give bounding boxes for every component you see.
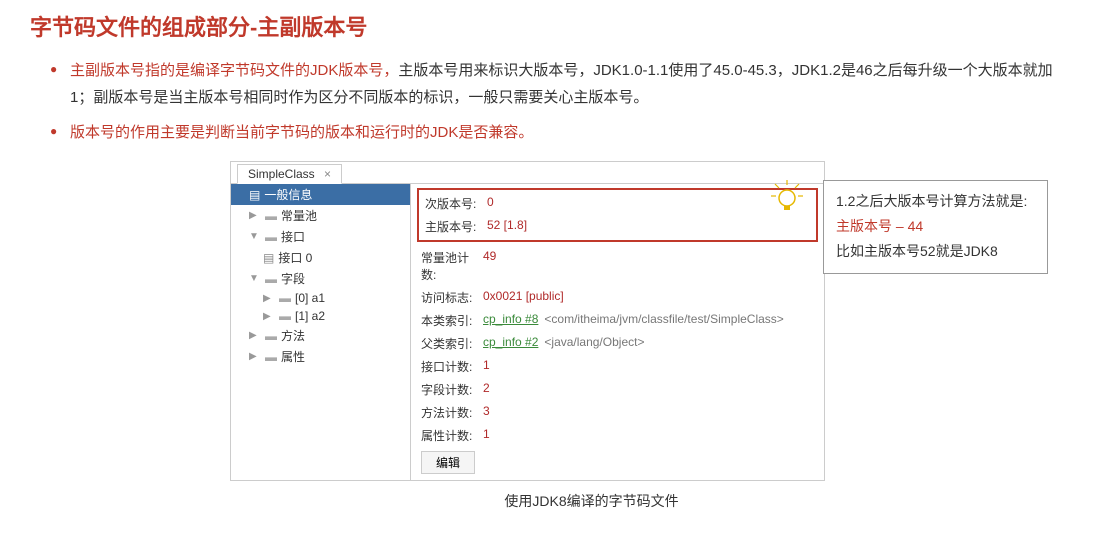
expand-icon[interactable]: ▶ <box>249 330 261 341</box>
value: 0x0021 [public] <box>483 289 564 306</box>
bullet-1-red: 主副版本号指的是编译字节码文件的JDK版本号， <box>70 62 398 79</box>
expand-icon[interactable]: ▶ <box>263 293 275 304</box>
tree-interface-0[interactable]: ▤ 接口 0 <box>231 247 410 268</box>
label: 属性计数: <box>421 427 483 444</box>
folder-icon: ▬ <box>265 329 277 343</box>
value-link[interactable]: cp_info #8 <box>483 312 538 329</box>
infobox-line2: 主版本号 – 44 <box>836 214 1035 239</box>
tree-interfaces[interactable]: ▼ ▬ 接口 <box>231 226 410 247</box>
tree-label: 属性 <box>281 348 305 365</box>
value: 3 <box>483 404 490 421</box>
classfile-panel: SimpleClass × ▤ 一般信息 ▶ ▬ 常量池 ▼ ▬ 接口 <box>230 161 825 481</box>
label: 方法计数: <box>421 404 483 421</box>
row-this-class: 本类索引: cp_info #8 <com/itheima/jvm/classf… <box>421 309 814 332</box>
bullet-2-red: 版本号的作用主要是判断当前字节码的版本和运行时的JDK是否兼容。 <box>70 124 533 141</box>
tree-label: [0] a1 <box>295 291 325 305</box>
row-major-version: 主版本号: 52 [1.8] <box>425 215 810 238</box>
folder-icon: ▬ <box>265 209 277 223</box>
label: 次版本号: <box>425 195 487 212</box>
value-link[interactable]: cp_info #2 <box>483 335 538 352</box>
version-highlight-box: 次版本号: 0 主版本号: 52 [1.8] <box>417 188 818 242</box>
value: 2 <box>483 381 490 398</box>
tab-simpleclass[interactable]: SimpleClass × <box>237 164 342 184</box>
close-icon[interactable]: × <box>324 167 331 181</box>
label: 字段计数: <box>421 381 483 398</box>
folder-icon: ▬ <box>265 230 277 244</box>
tab-label: SimpleClass <box>248 167 315 181</box>
bullet-list: 主副版本号指的是编译字节码文件的JDK版本号，主版本号用来标识大版本号，JDK1… <box>30 57 1073 146</box>
tab-bar: SimpleClass × <box>231 162 824 184</box>
row-access-flags: 访问标志: 0x0021 [public] <box>421 286 814 309</box>
tree-field-a1[interactable]: ▶ ▬ [0] a1 <box>231 289 410 307</box>
folder-icon: ▬ <box>265 350 277 364</box>
expand-icon[interactable]: ▶ <box>249 210 261 221</box>
panel-caption: 使用JDK8编译的字节码文件 <box>110 491 1073 511</box>
file-icon: ▤ <box>263 251 274 265</box>
file-icon: ▤ <box>249 188 260 202</box>
row-attr-count: 属性计数: 1 <box>421 424 814 447</box>
tree-methods[interactable]: ▶ ▬ 方法 <box>231 325 410 346</box>
infobox-line3: 比如主版本号52就是JDK8 <box>836 239 1035 264</box>
tree-general-info[interactable]: ▤ 一般信息 <box>231 184 410 205</box>
label: 常量池计数: <box>421 249 483 283</box>
infobox-line1: 1.2之后大版本号计算方法就是: <box>836 189 1035 214</box>
edit-button[interactable]: 编辑 <box>421 451 475 474</box>
value-extra: <com/itheima/jvm/classfile/test/SimpleCl… <box>544 312 783 329</box>
folder-icon: ▬ <box>265 272 277 286</box>
row-minor-version: 次版本号: 0 <box>425 192 810 215</box>
value: 1 <box>483 427 490 444</box>
value: 0 <box>487 195 494 212</box>
tree-label: 接口 0 <box>278 249 312 266</box>
tree-label: 方法 <box>281 327 305 344</box>
lightbulb-icon <box>771 180 803 223</box>
tree: ▤ 一般信息 ▶ ▬ 常量池 ▼ ▬ 接口 ▤ 接口 0 <box>231 184 411 480</box>
collapse-icon[interactable]: ▼ <box>249 231 261 242</box>
folder-icon: ▬ <box>279 291 291 305</box>
label: 本类索引: <box>421 312 483 329</box>
row-super-class: 父类索引: cp_info #2 <java/lang/Object> <box>421 332 814 355</box>
label: 主版本号: <box>425 218 487 235</box>
collapse-icon[interactable]: ▼ <box>249 273 261 284</box>
label: 访问标志: <box>421 289 483 306</box>
tree-field-a2[interactable]: ▶ ▬ [1] a2 <box>231 307 410 325</box>
tree-attributes[interactable]: ▶ ▬ 属性 <box>231 346 410 367</box>
value: 49 <box>483 249 496 283</box>
row-cpool-count: 常量池计数: 49 <box>421 246 814 286</box>
tree-fields[interactable]: ▼ ▬ 字段 <box>231 268 410 289</box>
value: 1 <box>483 358 490 375</box>
tree-label: 常量池 <box>281 207 317 224</box>
expand-icon[interactable]: ▶ <box>263 311 275 322</box>
bullet-2: 版本号的作用主要是判断当前字节码的版本和运行时的JDK是否兼容。 <box>50 119 1073 146</box>
info-box: 1.2之后大版本号计算方法就是: 主版本号 – 44 比如主版本号52就是JDK… <box>823 180 1048 274</box>
folder-icon: ▬ <box>279 309 291 323</box>
tree-constant-pool[interactable]: ▶ ▬ 常量池 <box>231 205 410 226</box>
row-method-count: 方法计数: 3 <box>421 401 814 424</box>
value: 52 [1.8] <box>487 218 527 235</box>
bullet-1: 主副版本号指的是编译字节码文件的JDK版本号，主版本号用来标识大版本号，JDK1… <box>50 57 1073 111</box>
tree-label: 接口 <box>281 228 305 245</box>
tree-label: 一般信息 <box>264 186 312 203</box>
details-panel: 次版本号: 0 主版本号: 52 [1.8] 常量池计数: 49 访问标志: 0… <box>411 184 824 480</box>
page-title: 字节码文件的组成部分-主副版本号 <box>30 10 1073 42</box>
row-interface-count: 接口计数: 1 <box>421 355 814 378</box>
row-field-count: 字段计数: 2 <box>421 378 814 401</box>
label: 接口计数: <box>421 358 483 375</box>
tree-label: [1] a2 <box>295 309 325 323</box>
value-extra: <java/lang/Object> <box>544 335 644 352</box>
tree-label: 字段 <box>281 270 305 287</box>
label: 父类索引: <box>421 335 483 352</box>
expand-icon[interactable]: ▶ <box>249 351 261 362</box>
